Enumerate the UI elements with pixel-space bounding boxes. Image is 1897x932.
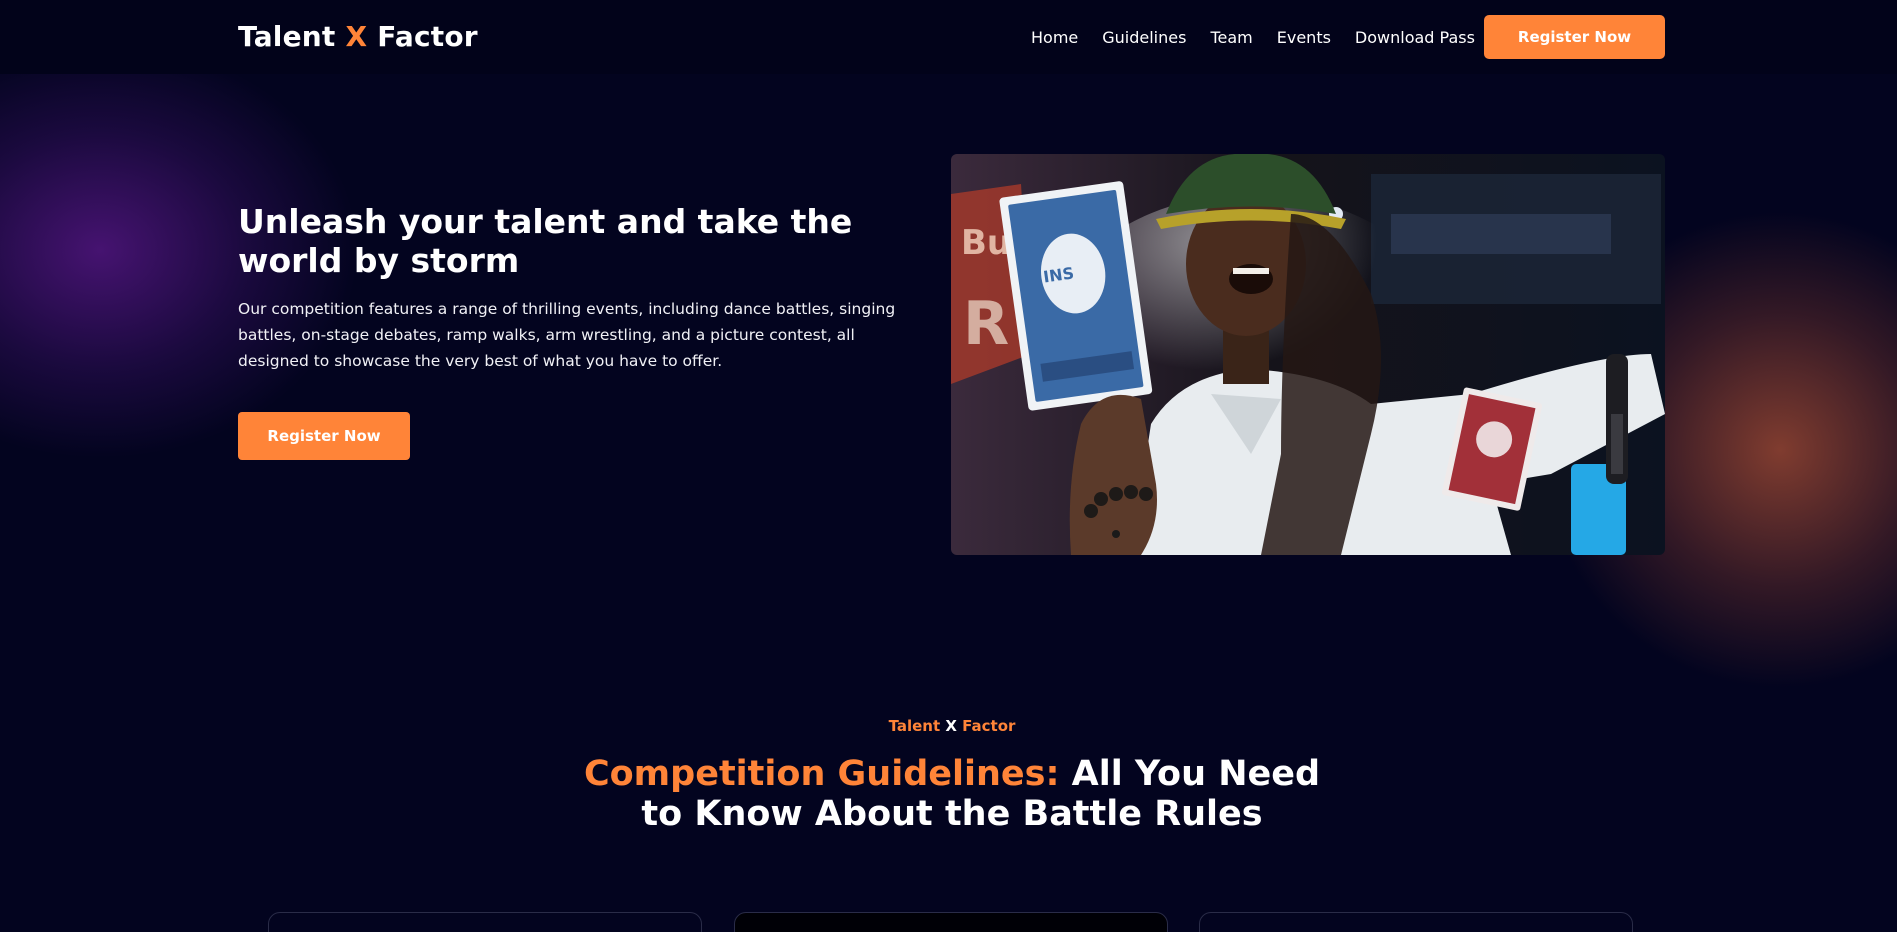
hero-photo-illustration: Bu R INS xyxy=(951,154,1665,555)
svg-text:R: R xyxy=(963,289,1009,359)
section-title-highlight: Competition Guidelines: xyxy=(583,754,1060,794)
logo-text-factor: Factor xyxy=(367,20,478,53)
nav-team[interactable]: Team xyxy=(1210,28,1252,47)
hero-image: Bu R INS xyxy=(951,154,1665,555)
eyebrow-text-talent: Talent xyxy=(888,717,946,735)
header-register-button[interactable]: Register Now xyxy=(1484,15,1665,59)
main-nav: Home Guidelines Team Events Download Pas… xyxy=(1031,28,1475,47)
hero-register-button[interactable]: Register Now xyxy=(238,412,410,460)
section-eyebrow: Talent X Factor xyxy=(0,717,1897,735)
guideline-card-2 xyxy=(734,912,1168,932)
section-title: Competition Guidelines: All You Need to … xyxy=(560,754,1344,834)
hero-description: Our competition features a range of thri… xyxy=(238,300,896,370)
nav-guidelines[interactable]: Guidelines xyxy=(1102,28,1186,47)
nav-events[interactable]: Events xyxy=(1277,28,1331,47)
eyebrow-text-factor: Factor xyxy=(956,717,1016,735)
nav-download-pass[interactable]: Download Pass xyxy=(1355,28,1475,47)
site-header: Talent X Factor Home Guidelines Team Eve… xyxy=(0,0,1897,74)
page: Talent X Factor Home Guidelines Team Eve… xyxy=(0,0,1897,932)
guideline-card-1 xyxy=(268,912,702,932)
eyebrow-text-x: X xyxy=(945,717,957,735)
logo-text-talent: Talent xyxy=(238,20,346,53)
site-logo[interactable]: Talent X Factor xyxy=(238,20,478,53)
hero-title: Unleash your talent and take the world b… xyxy=(238,202,853,280)
nav-home[interactable]: Home xyxy=(1031,28,1078,47)
logo-text-x: X xyxy=(345,20,368,53)
guideline-card-3 xyxy=(1199,912,1633,932)
